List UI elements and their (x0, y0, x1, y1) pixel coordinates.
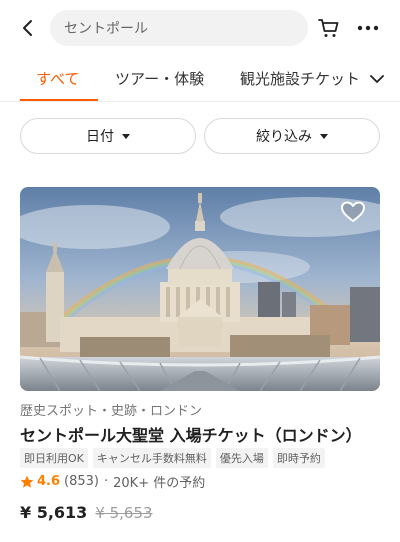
price-row: ¥ 5,613 ¥ 5,653 (20, 503, 153, 522)
separator: · (104, 474, 109, 489)
back-arrow-icon (23, 20, 32, 36)
heart-icon[interactable] (340, 199, 366, 225)
product-tags: 即日利用OK キャンセル手数料無料 優先入場 即時予約 (20, 448, 325, 468)
tag-free-cancellation: キャンセル手数料無料 (92, 448, 211, 468)
cart-button[interactable] (315, 14, 343, 42)
rating-row: 4.6 (853) · 20K+ 件の予約 (20, 472, 205, 491)
tag-instant-use: 即日利用OK (20, 448, 88, 468)
more-icon (357, 25, 379, 31)
tab-all[interactable]: すべて (36, 68, 79, 89)
back-button[interactable] (14, 14, 42, 42)
booking-count: 20K+ 件の予約 (113, 476, 206, 491)
cathedral-photo (20, 187, 380, 391)
refine-filter-button[interactable]: 絞り込み (204, 118, 380, 154)
date-filter-label: 日付 (86, 129, 114, 145)
chevron-down-icon[interactable] (368, 70, 386, 88)
category-tabs: すべて ツアー・体験 観光施設チケット (0, 56, 400, 102)
star-icon (20, 475, 34, 488)
cart-icon (318, 19, 339, 37)
search-query: セントポール (64, 21, 148, 37)
top-bar: セントポール (0, 0, 400, 56)
refine-filter-label: 絞り込み (256, 129, 312, 145)
tag-priority-entry: 優先入場 (215, 448, 268, 468)
product-category: 歴史スポット・史跡・ロンドン (20, 404, 203, 419)
product-title[interactable]: セントポール大聖堂 入場チケット（ロンドン） (20, 422, 362, 446)
tab-tours-experiences[interactable]: ツアー・体験 (115, 68, 204, 89)
tab-attraction-tickets[interactable]: 観光施設チケット (240, 68, 360, 89)
review-count: (853) (64, 474, 99, 489)
tag-instant-booking: 即時予約 (272, 448, 325, 468)
more-button[interactable] (354, 14, 382, 42)
date-filter-button[interactable]: 日付 (20, 118, 196, 154)
current-price: ¥ 5,613 (20, 503, 88, 522)
caret-down-icon (320, 133, 328, 139)
original-price: ¥ 5,653 (95, 504, 153, 522)
caret-down-icon (122, 133, 130, 139)
search-input[interactable]: セントポール (50, 10, 308, 46)
active-tab-indicator (20, 99, 98, 101)
rating-value: 4.6 (37, 474, 61, 489)
product-image[interactable] (20, 187, 380, 391)
